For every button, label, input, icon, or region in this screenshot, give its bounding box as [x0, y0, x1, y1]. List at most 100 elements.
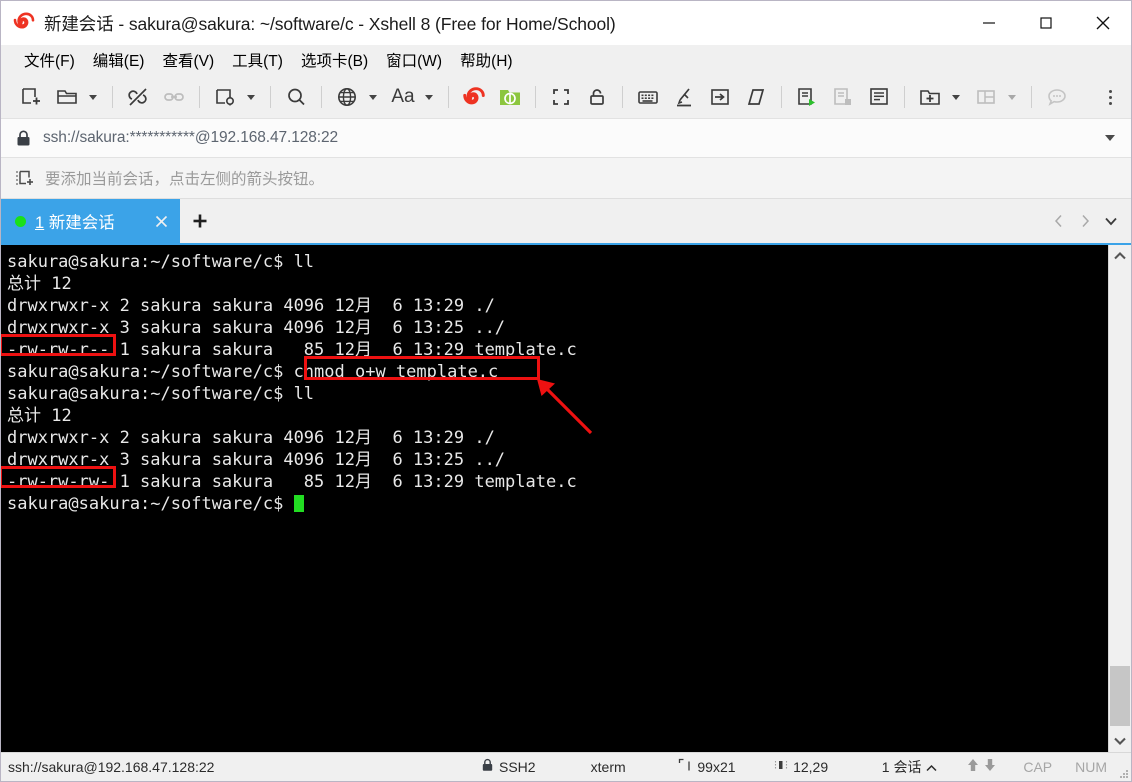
terminal-screen[interactable]: sakura@sakura:~/software/c$ ll 总计 12 drw…	[1, 245, 1108, 752]
fullscreen-icon[interactable]	[543, 81, 579, 113]
plus-icon[interactable]	[180, 199, 220, 243]
new-tab-icon[interactable]	[912, 81, 948, 113]
status-terminal-type: xterm	[591, 759, 679, 775]
xshell-window: 新建会话 - sakura@sakura: ~/software/c - Xsh…	[0, 0, 1132, 782]
add-session-icon[interactable]	[15, 168, 35, 188]
status-bar: ssh://sakura@192.168.47.128:22 SSH2 xter…	[1, 752, 1131, 781]
font-size-icon[interactable]: Aa	[385, 81, 421, 113]
globe-encoding-dropdown-icon[interactable]	[365, 81, 385, 113]
resize-grip-icon[interactable]	[1119, 769, 1129, 779]
chevron-up-icon[interactable]	[1109, 245, 1131, 267]
open-folder-dropdown-icon[interactable]	[85, 81, 105, 113]
toolbar-divider	[1031, 86, 1032, 108]
tab-bar: 1 新建会话	[1, 199, 1131, 243]
chevron-left-icon[interactable]	[1047, 199, 1071, 243]
upload-arrow-icon	[966, 757, 980, 777]
toolbar-divider	[270, 86, 271, 108]
toolbar-divider	[199, 86, 200, 108]
terminal-line: drwxrwxr-x 2 sakura sakura 4096 12月 6 13…	[7, 296, 495, 316]
clear-screen-icon[interactable]	[738, 81, 774, 113]
menu-window[interactable]: 窗口(W)	[377, 46, 451, 75]
status-num-label: NUM	[1075, 758, 1108, 775]
terminal-line: sakura@sakura:~/software/c$ chmod o+w te…	[7, 362, 499, 382]
close-icon[interactable]	[148, 208, 174, 234]
status-security: SSH2	[481, 758, 591, 775]
lock-closed-icon	[15, 129, 32, 147]
view-log-icon[interactable]	[861, 81, 897, 113]
menu-edit[interactable]: 编辑(E)	[84, 46, 154, 75]
status-cursor-position-label: 12,29	[793, 758, 829, 775]
status-transfer-indicators	[966, 757, 1024, 777]
split-layout-dropdown-icon	[1004, 81, 1024, 113]
window-title: 新建会话 - sakura@sakura: ~/software/c - Xsh…	[44, 13, 616, 34]
lock-icon[interactable]	[579, 81, 615, 113]
new-tab-dropdown-icon[interactable]	[948, 81, 968, 113]
maximize-button[interactable]	[1017, 1, 1074, 45]
prompt-text: sakura@sakura:~/software/c$	[7, 494, 294, 514]
terminal-line: sakura@sakura:~/software/c$ ll	[7, 384, 315, 404]
chevron-down-icon[interactable]	[1105, 135, 1115, 141]
disconnect-icon[interactable]	[120, 81, 156, 113]
toolbar-divider	[904, 86, 905, 108]
xshell-spiral-logo-icon	[13, 12, 35, 34]
scroll-thumb[interactable]	[1110, 666, 1130, 726]
chevron-right-icon[interactable]	[1073, 199, 1097, 243]
menu-file[interactable]: 文件(F)	[15, 46, 84, 75]
notice-text: 要添加当前会话，点击左侧的箭头按钮。	[45, 171, 325, 188]
status-right-group: SSH2 xterm 99x21 12,29 1 会话 CAP NUM	[481, 753, 1125, 780]
add-session-notice-bar: 要添加当前会话，点击左侧的箭头按钮。	[1, 158, 1131, 199]
address-bar[interactable]: ssh://sakura:***********@192.168.47.128:…	[1, 118, 1131, 158]
highlight-icon[interactable]	[666, 81, 702, 113]
xftp-icon[interactable]	[492, 81, 528, 113]
font-size-dropdown-icon[interactable]	[421, 81, 441, 113]
terminal-cursor	[293, 495, 304, 512]
toolbar-divider	[112, 86, 113, 108]
menu-tools[interactable]: 工具(T)	[223, 46, 292, 75]
terminal-line: drwxrwxr-x 3 sakura sakura 4096 12月 6 13…	[7, 318, 506, 338]
terminal-line-prompt: sakura@sakura:~/software/c$	[7, 493, 1108, 515]
xshell-icon[interactable]	[456, 81, 492, 113]
address-input[interactable]: ssh://sakura:***********@192.168.47.128:…	[43, 129, 338, 147]
session-properties-icon[interactable]	[207, 81, 243, 113]
open-folder-icon[interactable]	[49, 81, 85, 113]
tab-status-dot-icon	[15, 215, 26, 227]
keyboard-icon[interactable]	[630, 81, 666, 113]
toolbar-divider	[781, 86, 782, 108]
new-session-icon[interactable]	[13, 81, 49, 113]
session-properties-dropdown-icon[interactable]	[243, 81, 263, 113]
find-icon[interactable]	[278, 81, 314, 113]
minimize-button[interactable]	[960, 1, 1017, 45]
download-arrow-icon	[983, 757, 997, 777]
status-caps-label: CAP	[1023, 758, 1053, 775]
terminal-line: 总计 12	[7, 406, 72, 426]
send-key-icon[interactable]	[702, 81, 738, 113]
status-terminal-type-label: xterm	[590, 758, 626, 775]
terminal-line: 总计 12	[7, 274, 72, 294]
link-icon[interactable]	[156, 81, 192, 113]
tab-title-label: 新建会话	[44, 214, 115, 232]
toolbar-divider	[622, 86, 623, 108]
close-button[interactable]	[1074, 1, 1131, 45]
terminal-scrollbar[interactable]	[1108, 245, 1131, 752]
menu-view[interactable]: 查看(V)	[153, 46, 223, 75]
tab-index-label: 1	[35, 214, 45, 232]
scroll-track[interactable]	[1109, 267, 1131, 730]
start-log-icon[interactable]	[789, 81, 825, 113]
menu-bar: 文件(F) 编辑(E) 查看(V) 工具(T) 选项卡(B) 窗口(W) 帮助(…	[1, 45, 1131, 76]
tab-session-1[interactable]: 1 新建会话	[1, 199, 180, 243]
title-bar: 新建会话 - sakura@sakura: ~/software/c - Xsh…	[1, 1, 1131, 45]
cursor-position-icon	[774, 758, 788, 775]
status-sessions[interactable]: 1 会话	[882, 757, 966, 777]
kebab-menu-icon[interactable]	[1099, 76, 1121, 118]
menu-tab[interactable]: 选项卡(B)	[292, 46, 377, 75]
globe-encoding-icon[interactable]	[329, 81, 365, 113]
window-controls	[960, 1, 1131, 45]
chevron-down-icon[interactable]	[1109, 730, 1131, 752]
split-layout-icon	[968, 81, 1004, 113]
chevron-down-icon[interactable]	[1099, 199, 1123, 243]
caret-up-icon[interactable]	[926, 759, 937, 775]
tab-nav-controls	[1047, 199, 1123, 243]
terminal-line: sakura@sakura:~/software/c$ ll	[7, 252, 315, 272]
menu-help[interactable]: 帮助(H)	[451, 46, 522, 75]
toolbar-divider	[535, 86, 536, 108]
